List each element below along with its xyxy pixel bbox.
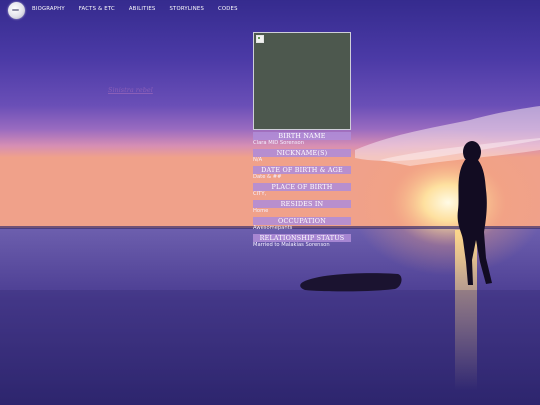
nav-item-facts[interactable]: FACTS & ETC [79, 6, 115, 12]
top-navigation: BIOGRAPHY FACTS & ETC ABILITIES STORYLIN… [0, 0, 540, 20]
occupation-value: Awesomepants [253, 225, 293, 231]
relationship-status-header: RELATIONSHIP STATUS [253, 234, 351, 242]
signature-link[interactable]: Sinistra rebel [108, 86, 153, 94]
birth-name-value: Clara MID Sorenson [253, 140, 304, 146]
occupation-header: OCCUPATION [253, 217, 351, 225]
profile-photo [253, 32, 351, 130]
resides-in-value: Home [253, 208, 269, 214]
resides-in-header: RESIDES IN [253, 200, 351, 208]
place-of-birth-header: PLACE OF BIRTH [253, 183, 351, 191]
profile-panel: BIRTH NAME Clara MID Sorenson NICKNAME(S… [253, 32, 351, 249]
moon-logo-icon[interactable] [8, 2, 25, 19]
broken-image-icon [256, 35, 264, 43]
dob-age-header: DATE OF BIRTH & AGE [253, 166, 351, 174]
birth-name-header: BIRTH NAME [253, 132, 351, 140]
profile-rows: BIRTH NAME Clara MID Sorenson NICKNAME(S… [253, 132, 351, 249]
nickname-header: NICKNAME(S) [253, 149, 351, 157]
nav-item-codes[interactable]: CODES [218, 6, 238, 12]
relationship-status-value: Married to Malakias Sorenson [253, 242, 330, 248]
nickname-value: N/A [253, 157, 263, 163]
nav-menu: BIOGRAPHY FACTS & ETC ABILITIES STORYLIN… [32, 6, 252, 12]
nav-item-biography[interactable]: BIOGRAPHY [32, 6, 65, 12]
place-of-birth-value: CITY, [253, 191, 267, 197]
nav-item-abilities[interactable]: ABILITIES [129, 6, 156, 12]
nav-item-storylines[interactable]: STORYLINES [169, 6, 204, 12]
dob-age-value: Date & ## [253, 174, 282, 180]
